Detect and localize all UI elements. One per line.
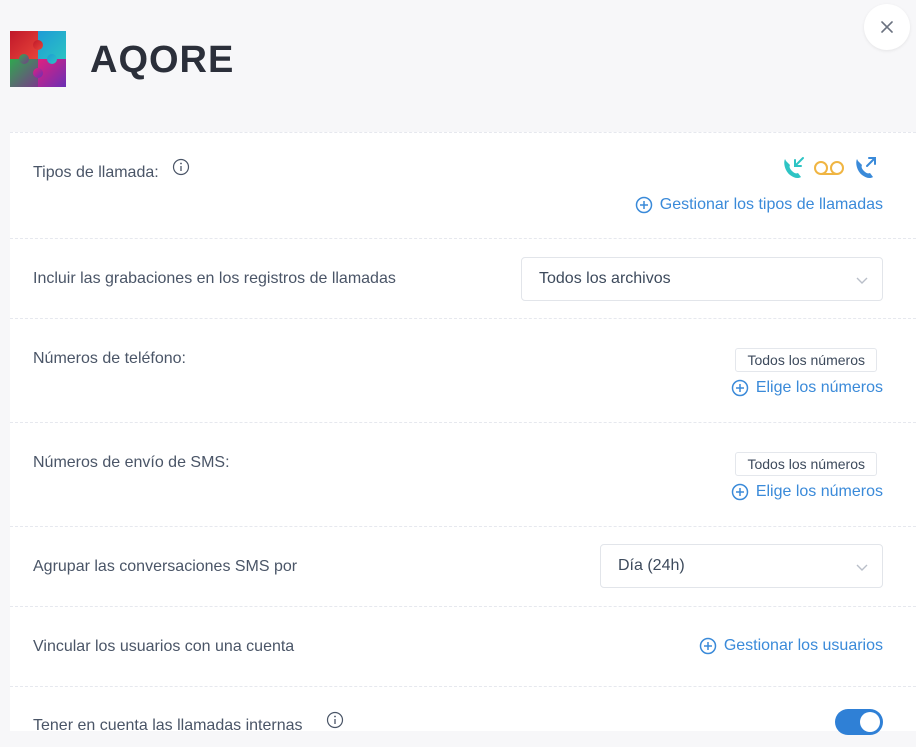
choose-sms-numbers-link[interactable]: Elige los números	[731, 483, 883, 501]
setting-call-types: Tipos de llamada: Gestionar los tipos de…	[10, 133, 916, 239]
toggle-knob	[860, 712, 880, 732]
chevron-down-icon	[856, 277, 868, 284]
incoming-call-icon[interactable]	[780, 155, 806, 186]
choose-phone-numbers-label: Elige los números	[755, 379, 883, 396]
manage-users-link[interactable]: Gestionar los usuarios	[699, 637, 883, 655]
call-types-label: Tipos de llamada:	[33, 164, 159, 181]
setting-group-sms: Agrupar las conversaciones SMS por Día (…	[10, 527, 916, 607]
recordings-select[interactable]: Todos los archivos	[521, 257, 883, 301]
choose-phone-numbers-link[interactable]: Elige los números	[731, 379, 883, 397]
header: AQORE	[0, 0, 916, 132]
settings-panel: Tipos de llamada: Gestionar los tipos de…	[10, 132, 916, 735]
group-sms-select[interactable]: Día (24h)	[600, 544, 883, 588]
setting-phone-numbers: Números de teléfono: Todos los números E…	[10, 319, 916, 423]
chevron-down-icon	[856, 564, 868, 571]
recordings-select-value: Todos los archivos	[539, 270, 671, 287]
outgoing-call-icon[interactable]	[852, 155, 878, 186]
plus-circle-icon	[731, 483, 749, 501]
setting-recordings: Incluir las grabaciones en los registros…	[10, 239, 916, 319]
internal-calls-label: Tener en cuenta las llamadas internas	[33, 717, 303, 734]
sms-numbers-label: Números de envío de SMS:	[33, 454, 230, 471]
brand-logo	[10, 31, 66, 87]
brand-name: AQORE	[90, 39, 235, 81]
manage-users-label: Gestionar los usuarios	[723, 637, 883, 654]
recordings-label: Incluir las grabaciones en los registros…	[33, 270, 396, 287]
group-sms-select-value: Día (24h)	[618, 557, 685, 574]
plus-circle-icon	[699, 637, 717, 655]
close-button[interactable]	[864, 4, 910, 50]
call-type-icons	[780, 155, 878, 186]
sms-numbers-chip: Todos los números	[735, 452, 877, 476]
phone-numbers-chip: Todos los números	[735, 348, 877, 372]
plus-circle-icon	[635, 196, 653, 214]
plus-circle-icon	[731, 379, 749, 397]
voicemail-icon[interactable]	[812, 155, 846, 186]
setting-sms-numbers: Números de envío de SMS: Todos los númer…	[10, 423, 916, 527]
setting-link-users: Vincular los usuarios con una cuenta Ges…	[10, 607, 916, 687]
close-icon	[881, 21, 893, 33]
setting-internal-calls: Tener en cuenta las llamadas internas	[10, 687, 916, 747]
phone-numbers-label: Números de teléfono:	[33, 350, 186, 367]
manage-call-types-label: Gestionar los tipos de llamadas	[659, 196, 883, 213]
manage-call-types-link[interactable]: Gestionar los tipos de llamadas	[635, 196, 883, 214]
info-icon[interactable]	[326, 711, 344, 729]
info-icon[interactable]	[172, 158, 190, 176]
choose-sms-numbers-label: Elige los números	[755, 483, 883, 500]
link-users-label: Vincular los usuarios con una cuenta	[33, 638, 295, 655]
internal-calls-toggle[interactable]	[835, 709, 883, 735]
group-sms-label: Agrupar las conversaciones SMS por	[33, 558, 298, 575]
